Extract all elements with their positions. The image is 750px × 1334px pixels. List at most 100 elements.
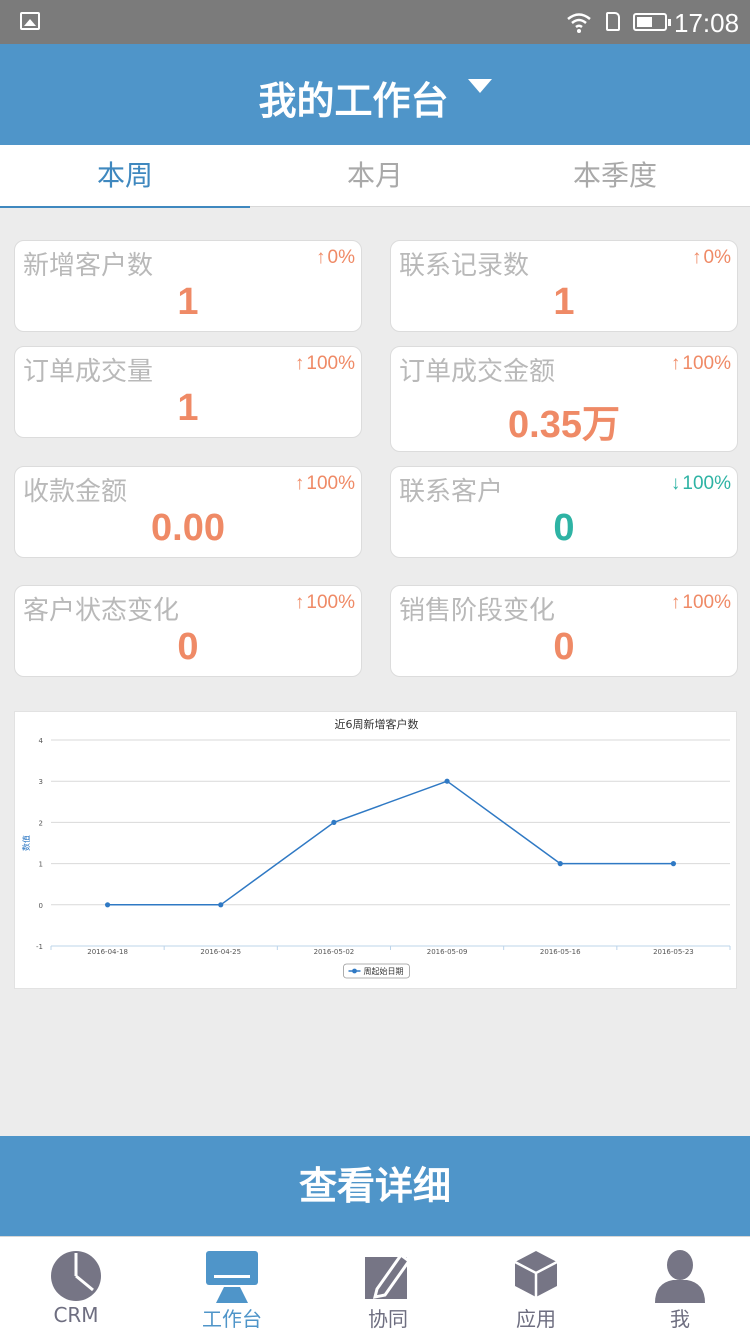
arrow-up-icon: ↑ bbox=[316, 247, 326, 268]
pie-chart-icon bbox=[51, 1251, 101, 1301]
series-line bbox=[107, 780, 674, 906]
metric-change: 100% bbox=[682, 592, 731, 613]
data-point bbox=[104, 902, 111, 908]
metric-label: 新增客户数 bbox=[23, 251, 154, 281]
new-customers-chart: 近6周新增客户数 数值 -1 0 1 2 3 4 2016-04-18 2016-04-25 201… bbox=[14, 711, 737, 989]
metric-card-customer-status-change[interactable]: 客户状态变化 ↑ 100% 0 bbox=[14, 585, 362, 677]
x-tick-label: 2016-05-16 bbox=[540, 948, 581, 956]
view-details-button[interactable]: 查看详细 bbox=[0, 1136, 750, 1236]
data-point bbox=[331, 819, 337, 825]
arrow-up-icon: ↑ bbox=[294, 353, 305, 374]
metric-trend: ↑ 100% bbox=[295, 473, 355, 495]
data-point bbox=[557, 861, 563, 867]
metric-trend: ↑ 0% bbox=[316, 247, 355, 269]
metric-change: 100% bbox=[306, 353, 355, 374]
metric-change: 0% bbox=[327, 247, 355, 268]
arrow-down-icon: ↓ bbox=[670, 473, 681, 494]
status-bar: 17:08 bbox=[0, 0, 750, 44]
metric-value: 0.35万 bbox=[508, 404, 620, 446]
wifi-icon bbox=[567, 13, 591, 33]
nav-item-workspace[interactable]: 工作台 bbox=[157, 1237, 307, 1334]
metric-trend: ↑ 100% bbox=[671, 353, 731, 375]
data-point bbox=[444, 778, 450, 784]
arrow-up-icon: ↑ bbox=[692, 247, 702, 268]
metric-change: 100% bbox=[682, 353, 731, 374]
arrow-up-icon: ↑ bbox=[670, 592, 681, 613]
metric-trend: ↓ 100% bbox=[671, 473, 731, 495]
nav-label-apps: 应用 bbox=[516, 1307, 556, 1331]
metric-value: 1 bbox=[177, 281, 199, 323]
metric-value: 1 bbox=[553, 281, 575, 323]
nav-item-collab[interactable]: 协同 bbox=[313, 1237, 463, 1334]
status-time: 17:08 bbox=[674, 8, 740, 38]
monitor-icon bbox=[206, 1251, 258, 1303]
metric-value: 0.00 bbox=[151, 507, 225, 549]
battery-icon bbox=[633, 13, 671, 31]
metric-change: 100% bbox=[306, 473, 355, 494]
x-tick-label: 2016-05-02 bbox=[314, 948, 355, 956]
metric-trend: ↑ 100% bbox=[295, 353, 355, 375]
x-tick-label: 2016-05-23 bbox=[653, 948, 694, 956]
metric-change: 0% bbox=[703, 247, 731, 268]
metric-trend: ↑ 100% bbox=[671, 592, 731, 614]
y-tick-label: 4 bbox=[39, 737, 44, 745]
workspace-switcher[interactable]: 我的工作台 bbox=[0, 70, 750, 125]
nav-label-me: 我 bbox=[670, 1307, 690, 1331]
data-point bbox=[670, 861, 677, 867]
metric-card-new-customers[interactable]: 新增客户数 ↑ 0% 1 bbox=[14, 240, 362, 332]
y-axis-label: 数值 bbox=[21, 835, 31, 851]
chart-title: 近6周新增客户数 bbox=[335, 717, 419, 731]
x-tick-label: 2016-04-18 bbox=[87, 948, 128, 956]
metric-label: 收款金额 bbox=[23, 477, 128, 507]
nav-item-crm[interactable]: CRM bbox=[1, 1237, 151, 1334]
cube-icon bbox=[514, 1251, 558, 1297]
metric-value: 0 bbox=[177, 626, 199, 668]
nav-item-apps[interactable]: 应用 bbox=[461, 1237, 611, 1334]
metric-change: 100% bbox=[306, 592, 355, 613]
metric-value: 0 bbox=[553, 626, 575, 668]
data-point bbox=[218, 902, 224, 908]
metric-card-order-amount[interactable]: 订单成交金额 ↑ 100% 0.35万 bbox=[390, 346, 738, 452]
metric-card-order-count[interactable]: 订单成交量 ↑ 100% 1 bbox=[14, 346, 362, 438]
arrow-up-icon: ↑ bbox=[670, 353, 681, 374]
metric-card-payment-amount[interactable]: 收款金额 ↑ 100% 0.00 bbox=[14, 466, 362, 558]
line-chart: 近6周新增客户数数值 -1 0 1 2 3 4 2016-04-18 2016-04-25 201… bbox=[21, 717, 731, 979]
metric-label: 销售阶段变化 bbox=[399, 596, 556, 626]
sim-card-icon bbox=[606, 12, 620, 31]
metric-change: 100% bbox=[682, 473, 731, 494]
metric-label: 客户状态变化 bbox=[23, 596, 180, 626]
y-tick-label: 0 bbox=[39, 902, 43, 910]
metric-value: 1 bbox=[177, 387, 199, 429]
nav-label-workspace: 工作台 bbox=[202, 1307, 262, 1331]
metric-label: 订单成交量 bbox=[23, 357, 154, 387]
x-tick-label: 2016-05-09 bbox=[427, 948, 468, 956]
gallery-notification-icon bbox=[20, 12, 40, 30]
y-tick-label: -1 bbox=[36, 943, 43, 951]
arrow-up-icon: ↑ bbox=[294, 473, 305, 494]
period-tabs: 本周 本月 本季度 bbox=[0, 145, 750, 208]
legend-label: 周起始日期 bbox=[364, 966, 404, 976]
app-header: 我的工作台 bbox=[0, 44, 750, 145]
user-icon bbox=[655, 1250, 705, 1303]
metric-label: 订单成交金额 bbox=[399, 357, 556, 387]
metric-trend: ↑ 100% bbox=[295, 592, 355, 614]
nav-label-collab: 协同 bbox=[368, 1307, 408, 1331]
metric-card-sales-stage-change[interactable]: 销售阶段变化 ↑ 100% 0 bbox=[390, 585, 738, 677]
metric-trend: ↑ 0% bbox=[692, 247, 731, 269]
metric-label: 联系客户 bbox=[399, 477, 504, 507]
tab-this-week[interactable]: 本周 bbox=[0, 145, 250, 208]
nav-item-me[interactable]: 我 bbox=[605, 1237, 750, 1334]
page-title: 我的工作台 bbox=[258, 79, 449, 123]
metric-label: 联系记录数 bbox=[399, 251, 530, 281]
legend-marker bbox=[352, 968, 357, 974]
metric-card-contact-records[interactable]: 联系记录数 ↑ 0% 1 bbox=[390, 240, 738, 332]
metric-value: 0 bbox=[553, 507, 575, 549]
tab-this-month[interactable]: 本月 bbox=[250, 145, 500, 207]
tab-this-quarter[interactable]: 本季度 bbox=[490, 145, 740, 207]
y-tick-label: 1 bbox=[39, 861, 43, 869]
metric-card-contacted-customers[interactable]: 联系客户 ↓ 100% 0 bbox=[390, 466, 738, 558]
bottom-nav: CRM 工作台 协同 应用 我 bbox=[0, 1236, 750, 1334]
pencil-doc-icon bbox=[365, 1252, 412, 1299]
nav-label-crm: CRM bbox=[53, 1303, 99, 1327]
dropdown-caret-icon[interactable] bbox=[467, 78, 492, 93]
